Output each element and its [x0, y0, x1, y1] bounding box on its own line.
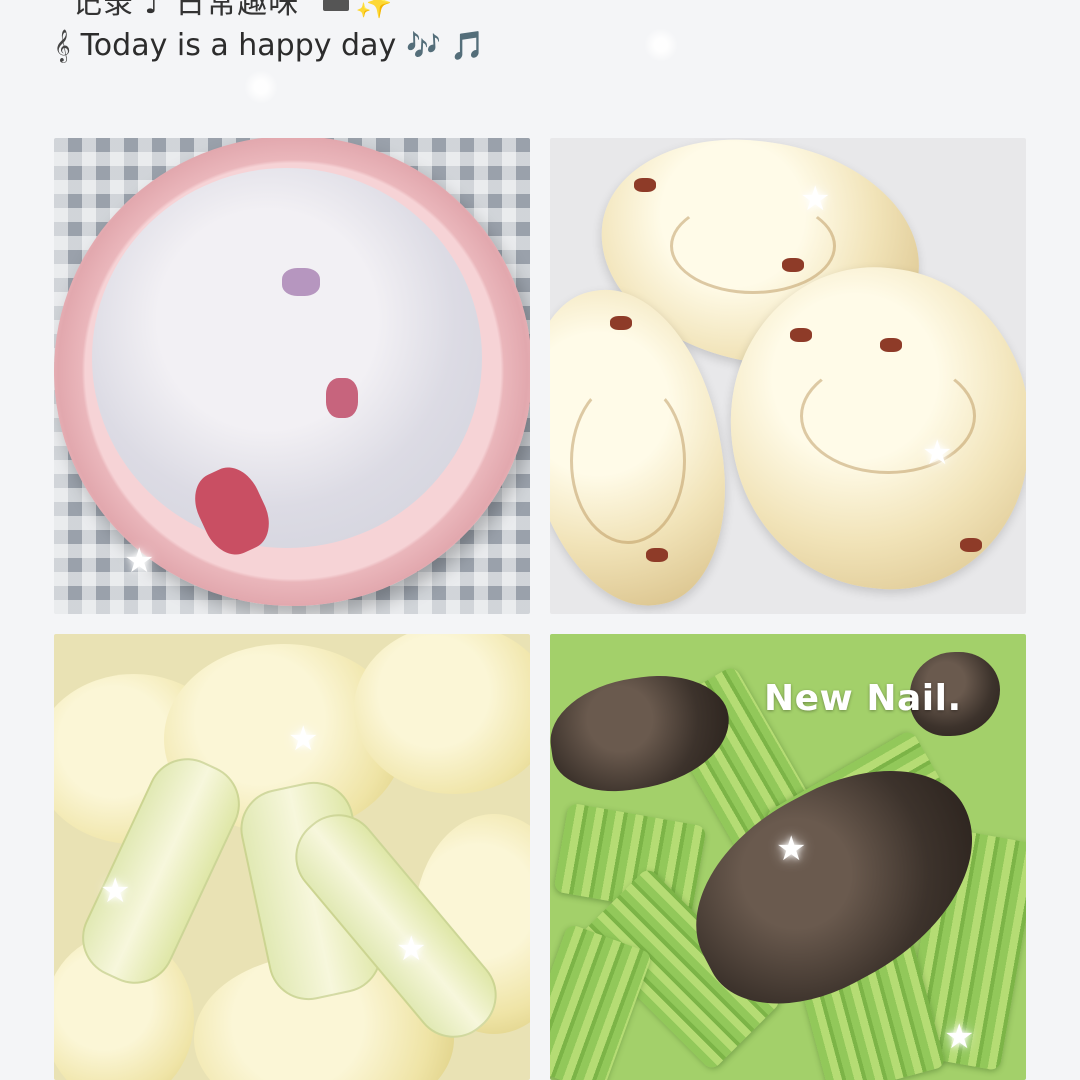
filling-spot: [782, 258, 804, 272]
sparkle-glow: [244, 70, 278, 104]
star-sticker-icon: ★: [124, 541, 155, 581]
screen-icon: [323, 0, 350, 11]
treble-clef-icon: 𝄞: [54, 28, 71, 62]
photo-caption: New Nail.: [764, 678, 962, 719]
sweet-potato-piece: [326, 378, 358, 418]
sparkle-glow: [644, 28, 678, 62]
post-title: 记录 ♪ 日常趣味 ✨: [72, 0, 394, 22]
photo-celery-mushroom[interactable]: New Nail. ★ ★: [550, 634, 1026, 1080]
star-sticker-icon: ★: [396, 929, 427, 969]
star-sticker-icon: ★: [800, 179, 831, 219]
sweet-potato-piece: [184, 458, 280, 564]
star-sticker-icon: ★: [944, 1017, 975, 1057]
filling-spot: [960, 538, 982, 552]
star-sticker-icon: ★: [100, 871, 131, 911]
star-sticker-icon: ★: [288, 719, 319, 759]
congee: [92, 168, 482, 564]
pink-bowl: [54, 138, 530, 606]
filling-spot: [610, 316, 632, 330]
post-title-text: 记录 ♪ 日常趣味: [72, 0, 300, 21]
music-notes-icon: 🎶 🎵: [406, 29, 485, 62]
photo-congee[interactable]: ★: [54, 138, 530, 614]
filling-spot: [646, 548, 668, 562]
post-subtitle: 𝄞 Today is a happy day 🎶 🎵: [54, 28, 485, 63]
star-sticker-icon: ★: [776, 829, 807, 869]
photo-buns[interactable]: ★ ★: [550, 138, 1026, 614]
bun-fold: [570, 378, 686, 544]
filling-spot: [880, 338, 902, 352]
sparkle-icon: ✨: [355, 0, 394, 21]
star-sticker-icon: ★: [922, 433, 953, 473]
filling-spot: [790, 328, 812, 342]
filling-spot: [634, 178, 656, 192]
post-header: 记录 ♪ 日常趣味 ✨ 𝄞 Today is a happy day 🎶 🎵: [0, 0, 1080, 120]
taro-piece: [282, 268, 320, 296]
subtitle-text: Today is a happy day: [80, 28, 397, 63]
photo-cauliflower[interactable]: ★ ★ ★: [54, 634, 530, 1080]
